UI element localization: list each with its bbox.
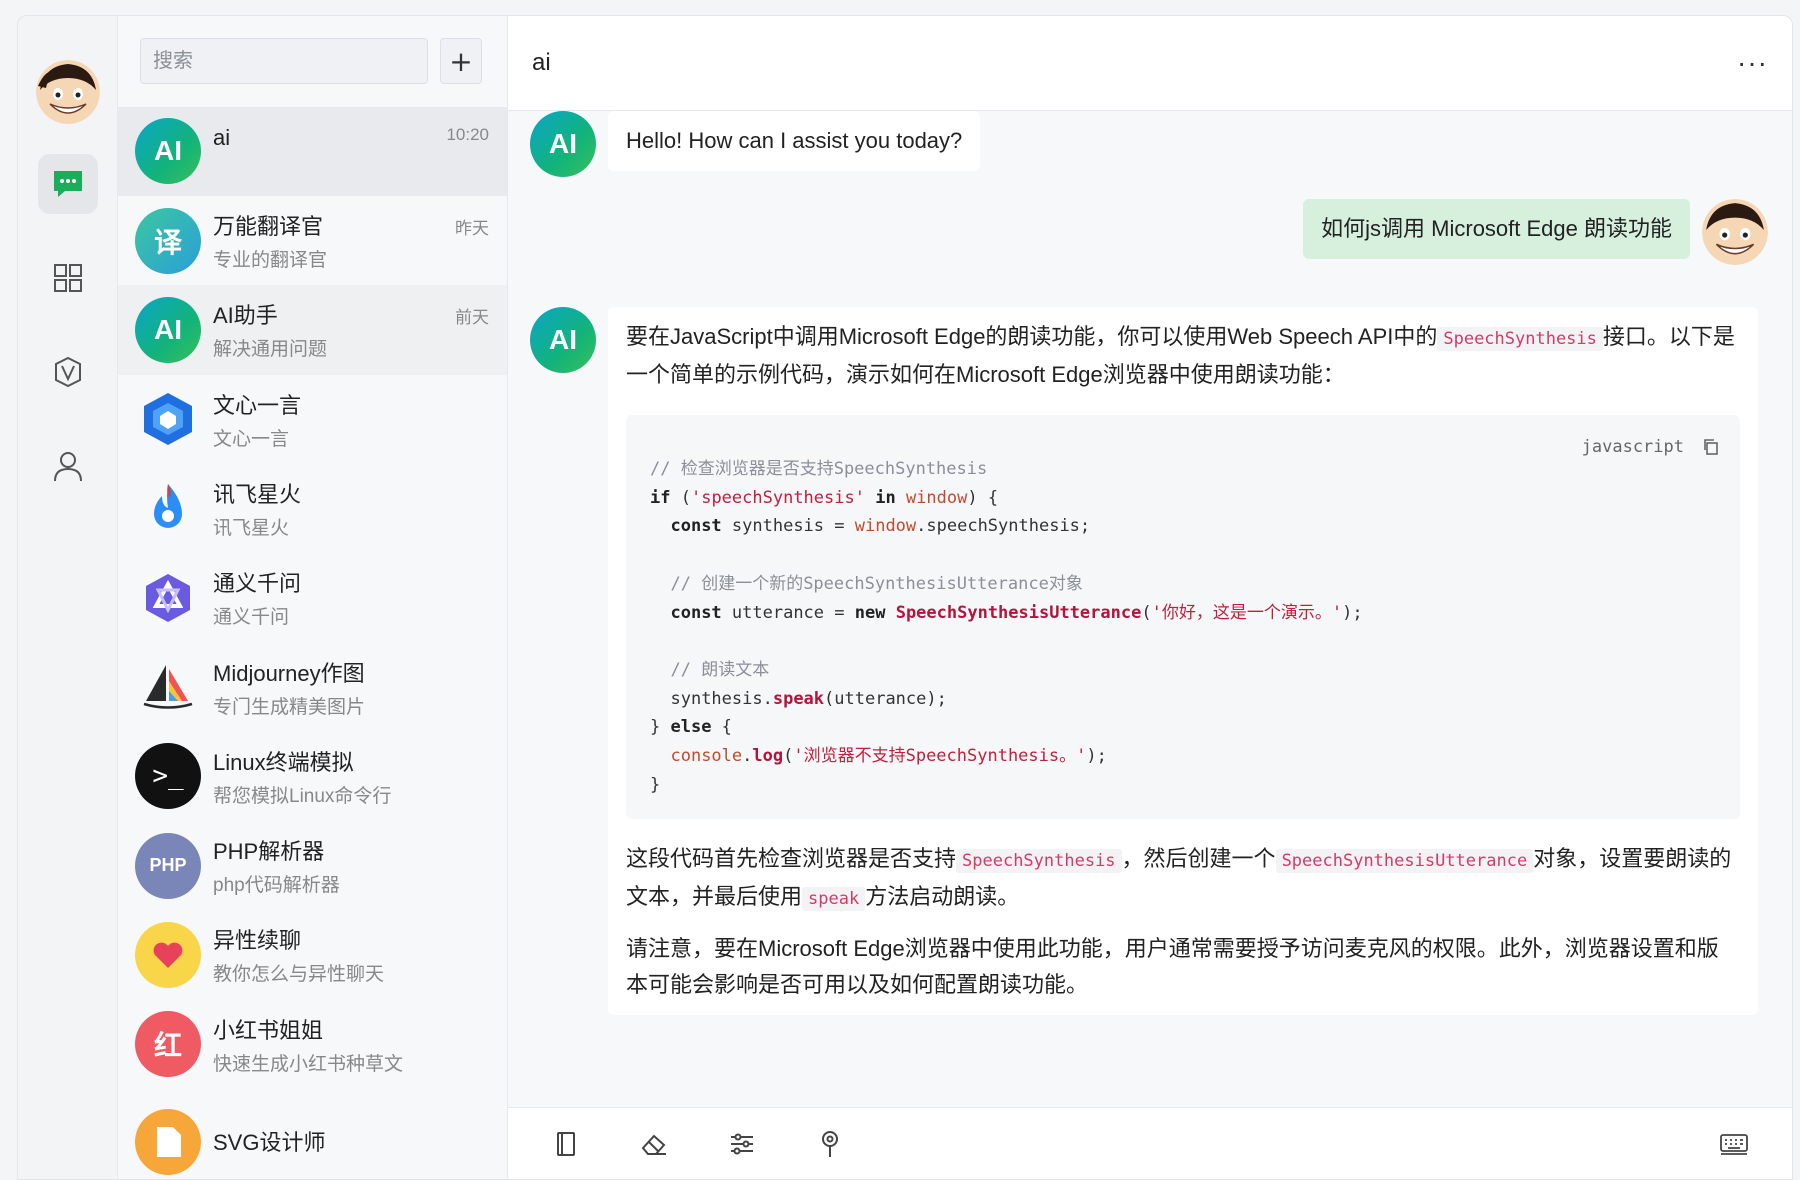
copy-icon[interactable] <box>1702 431 1720 467</box>
chat-subtitle: 专门生成精美图片 <box>213 696 366 718</box>
user-avatar <box>1702 199 1768 265</box>
message-text: Hello! How can I assist you today? <box>608 111 981 171</box>
v-badge-icon <box>54 356 81 388</box>
php-icon: PHP <box>135 832 201 899</box>
message-user: 如何js调用 Microsoft Edge 朗读功能 <box>1303 199 1768 265</box>
paragraph-text: 要在JavaScript中调用Microsoft Edge的朗读功能，你可以使用… <box>626 324 1438 349</box>
chat-title: 异性续聊 <box>213 928 302 954</box>
code-content: // 检查浏览器是否支持SpeechSynthesis if ('speechS… <box>650 459 1363 795</box>
chat-title: 小红书姐姐 <box>213 1017 324 1043</box>
inline-code: SpeechSynthesis <box>1437 327 1603 351</box>
user-avatar[interactable] <box>35 60 100 124</box>
sliders-icon <box>731 1133 753 1154</box>
nav-profile-button[interactable] <box>38 436 98 496</box>
wenxin-logo-icon <box>135 386 201 452</box>
ai-avatar: AI <box>530 307 596 373</box>
composer-toolbar <box>508 1107 1792 1179</box>
book-button[interactable] <box>536 1114 596 1174</box>
chat-avatar: 译 <box>135 207 201 274</box>
chat-item-ai[interactable]: AI ai 10:20 <box>118 106 507 196</box>
chat-avatar: AI <box>135 118 201 185</box>
app-window: + AI ai 10:20 译 万能翻译官 专业的翻译官 昨天 AI AI助手 … <box>17 15 1793 1180</box>
chat-title: 文心一言 <box>213 392 302 418</box>
chat-time: 前天 <box>455 308 489 328</box>
inline-code: SpeechSynthesisUtterance <box>1275 849 1534 874</box>
message-text: 如何js调用 Microsoft Edge 朗读功能 <box>1303 199 1690 259</box>
chat-item-xinghuo[interactable]: 讯飞星火 讯飞星火 <box>118 464 507 553</box>
file-icon <box>135 1108 201 1175</box>
chat-title: PHP解析器 <box>213 839 325 865</box>
chat-avatar: AI <box>135 296 201 363</box>
nav-apps-button[interactable] <box>38 248 98 308</box>
chat-item-translator[interactable]: 译 万能翻译官 专业的翻译官 昨天 <box>118 196 507 285</box>
chat-title: 讯飞星火 <box>213 481 302 507</box>
chat-title: ai <box>213 124 231 150</box>
conversation-title: ai <box>532 49 551 76</box>
message-text: 要在JavaScript中调用Microsoft Edge的朗读功能，你可以使用… <box>608 307 1758 1016</box>
chat-title: Linux终端模拟 <box>213 749 354 775</box>
chat-item-wenxin[interactable]: 文心一言 文心一言 <box>118 375 507 464</box>
message-list: AI Hello! How can I assist you today? 如何… <box>508 111 1792 1107</box>
pin-icon <box>822 1130 838 1157</box>
inline-code: SpeechSynthesis <box>956 849 1122 874</box>
chat-title: SVG设计师 <box>213 1129 326 1155</box>
chat-subtitle: 专业的翻译官 <box>213 250 328 272</box>
heart-icon <box>135 921 201 988</box>
chat-title: Midjourney作图 <box>213 660 365 686</box>
chat-avatar: 红 <box>135 1011 201 1078</box>
clear-button[interactable] <box>624 1114 684 1174</box>
chat-item-tongyi[interactable]: 通义千问 通义千问 <box>118 553 507 642</box>
settings-button[interactable] <box>712 1114 772 1174</box>
book-icon <box>557 1131 575 1156</box>
chat-item-ai-assistant[interactable]: AI AI助手 解决通用问题 前天 <box>118 285 507 375</box>
nav-chat-button[interactable] <box>37 154 98 214</box>
chat-time: 昨天 <box>455 219 489 238</box>
chat-subtitle: 帮您模拟Linux命令行 <box>213 785 392 807</box>
nav-rail <box>18 16 118 1179</box>
chat-subtitle: 通义千问 <box>213 607 290 629</box>
search-input[interactable] <box>140 38 428 85</box>
add-chat-button[interactable]: + <box>440 38 482 85</box>
sailboat-icon <box>135 654 201 720</box>
chat-subtitle: php代码解析器 <box>213 875 340 897</box>
inline-code: speak <box>802 887 866 912</box>
chat-item-dating[interactable]: 异性续聊 教你怎么与异性聊天 <box>118 910 507 999</box>
chat-title: 万能翻译官 <box>213 214 324 240</box>
chat-item-midjourney[interactable]: Midjourney作图 专门生成精美图片 <box>118 642 507 731</box>
pin-button[interactable] <box>800 1114 860 1174</box>
conversation-panel: ai ··· AI Hello! How can I assist you to… <box>508 16 1792 1179</box>
keyboard-button[interactable] <box>1704 1114 1764 1174</box>
chat-subtitle: 文心一言 <box>213 428 290 450</box>
chat-list-panel: + AI ai 10:20 译 万能翻译官 专业的翻译官 昨天 AI AI助手 … <box>118 16 508 1179</box>
keyboard-icon <box>1720 1133 1748 1155</box>
person-icon <box>53 452 82 482</box>
grid-icon <box>53 264 82 292</box>
chat-item-linux[interactable]: >_ Linux终端模拟 帮您模拟Linux命令行 <box>118 732 507 821</box>
message-ai: AI Hello! How can I assist you today? <box>530 111 981 177</box>
code-language: javascript <box>1581 437 1684 457</box>
paragraph-text: 请注意，要在Microsoft Edge浏览器中使用此功能，用户通常需要授予访问… <box>626 936 1719 998</box>
code-block: javascript // 检查浏览器是否支持SpeechSynthesis i… <box>626 415 1740 820</box>
chat-time: 10:20 <box>446 124 489 144</box>
chat-subtitle: 教你怎么与异性聊天 <box>213 964 385 986</box>
eraser-icon <box>641 1134 666 1155</box>
chat-icon <box>53 171 82 197</box>
terminal-icon: >_ <box>135 743 201 810</box>
chat-item-php[interactable]: PHP PHP解析器 php代码解析器 <box>118 821 507 910</box>
chat-subtitle: 讯飞星火 <box>213 517 290 539</box>
message-ai: AI 要在JavaScript中调用Microsoft Edge的朗读功能，你可… <box>530 307 1758 1016</box>
chat-title: 通义千问 <box>213 571 302 597</box>
nav-plugins-button[interactable] <box>38 342 98 402</box>
ai-avatar: AI <box>530 111 596 177</box>
chat-item-svg[interactable]: SVG设计师 <box>118 1089 507 1179</box>
xinghuo-logo-icon <box>135 475 201 541</box>
chat-item-xiaohongshu[interactable]: 红 小红书姐姐 快速生成小红书种草文 <box>118 1000 507 1089</box>
chat-subtitle: 快速生成小红书种草文 <box>213 1053 404 1075</box>
tongyi-logo-icon <box>135 565 201 631</box>
chat-subtitle: 解决通用问题 <box>213 339 328 361</box>
more-icon[interactable]: ··· <box>1737 47 1768 79</box>
chat-title: AI助手 <box>213 303 278 329</box>
